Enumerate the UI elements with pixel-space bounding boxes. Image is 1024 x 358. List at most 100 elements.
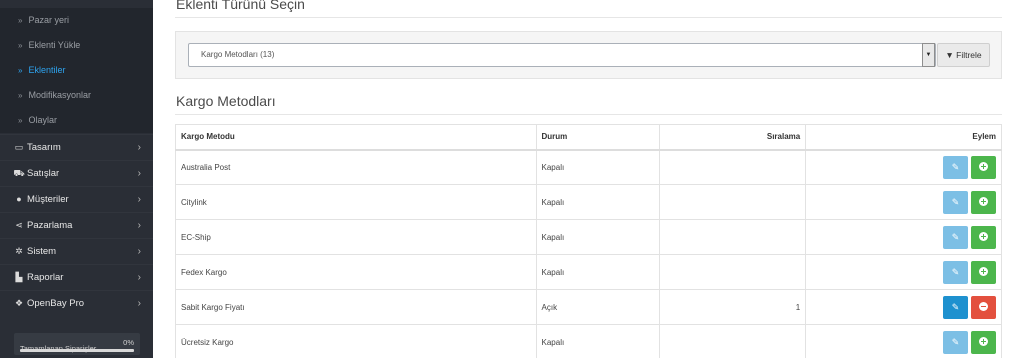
method-status: Kapalı bbox=[535, 219, 661, 255]
chevron-right-icon: » bbox=[18, 91, 23, 100]
sidebar: » Pazar yeri » Eklenti Yükle » Eklentiler »… bbox=[0, 0, 153, 358]
method-name: Fedex Kargo bbox=[175, 254, 537, 290]
chevron-right-icon: » bbox=[18, 41, 23, 50]
cog-icon: ✲ bbox=[15, 246, 23, 256]
edit-button[interactable]: ✎ bbox=[943, 330, 968, 354]
main-content: Eklenti Türünü Seçin Kargo Metodları (13… bbox=[153, 0, 1024, 358]
pencil-icon: ✎ bbox=[951, 301, 960, 312]
method-status: Açık bbox=[535, 289, 661, 325]
edit-button[interactable]: ✎ bbox=[943, 155, 968, 179]
table-row: Fedex Kargo Kapalı ✎ bbox=[175, 254, 1002, 290]
divider bbox=[175, 17, 1002, 18]
chevron-right-icon: › bbox=[137, 168, 141, 179]
method-sort-order bbox=[659, 219, 807, 255]
sidebar-subitem-eklenti-yukle[interactable]: » Eklenti Yükle bbox=[0, 33, 153, 58]
pencil-icon: ✎ bbox=[951, 266, 960, 277]
pencil-icon: ✎ bbox=[951, 336, 960, 347]
filter-button[interactable]: ▼ Filtrele bbox=[937, 43, 990, 67]
method-status: Kapalı bbox=[535, 254, 661, 290]
sidebar-subitem-olaylar[interactable]: » Olaylar bbox=[0, 108, 153, 133]
header-status[interactable]: Durum bbox=[535, 124, 661, 150]
header-sort[interactable]: Sıralama bbox=[659, 124, 807, 150]
sidebar-subitem-eklentiler[interactable]: » Eklentiler bbox=[0, 58, 153, 83]
share-icon: ⋖ bbox=[15, 220, 23, 230]
divider bbox=[175, 114, 1002, 115]
sidebar-item-raporlar[interactable]: ▙ Raporlar › bbox=[0, 264, 153, 289]
extension-type-select[interactable]: Kargo Metodları (13) ▼ bbox=[188, 43, 936, 67]
install-button[interactable] bbox=[971, 260, 996, 284]
sidebar-item-tasarim[interactable]: ▭ Tasarım › bbox=[0, 134, 153, 159]
pencil-icon: ✎ bbox=[951, 161, 960, 172]
method-name: EC-Ship bbox=[175, 219, 537, 255]
chevron-down-icon: ▼ bbox=[925, 52, 932, 58]
plus-circle-icon bbox=[979, 231, 988, 241]
method-name: Citylink bbox=[175, 184, 537, 220]
chevron-right-icon: » bbox=[18, 116, 23, 125]
method-name: Sabit Kargo Fiyatı bbox=[175, 289, 537, 325]
install-button[interactable] bbox=[971, 190, 996, 214]
pencil-icon: ✎ bbox=[951, 196, 960, 207]
monitor-icon: ▭ bbox=[14, 142, 24, 152]
list-title: Kargo Metodları bbox=[176, 93, 276, 109]
chevron-right-icon: › bbox=[137, 220, 141, 231]
install-button[interactable] bbox=[971, 225, 996, 249]
install-button[interactable] bbox=[971, 155, 996, 179]
method-sort-order bbox=[659, 149, 807, 185]
method-actions: ✎ bbox=[805, 254, 1002, 290]
plus-circle-icon bbox=[979, 161, 988, 171]
plus-circle-icon bbox=[979, 196, 988, 206]
table-row: Citylink Kapalı ✎ bbox=[175, 184, 1002, 220]
sidebar-item-openbay-pro[interactable]: ❖ OpenBay Pro › bbox=[0, 290, 153, 315]
pencil-icon: ✎ bbox=[951, 231, 960, 242]
chevron-right-icon: » bbox=[18, 66, 23, 75]
sidebar-item-pazarlama[interactable]: ⋖ Pazarlama › bbox=[0, 212, 153, 237]
chevron-right-icon: › bbox=[137, 298, 141, 309]
cubes-icon: ❖ bbox=[14, 298, 24, 308]
header-action: Eylem bbox=[805, 124, 1002, 150]
method-status: Kapalı bbox=[535, 149, 661, 185]
completed-orders-progress: Tamamlanan Siparişler 0% bbox=[14, 333, 140, 355]
extension-type-selected: Kargo Metodları (13) bbox=[201, 50, 275, 59]
edit-button[interactable]: ✎ bbox=[943, 190, 968, 214]
filter-icon: ▼ bbox=[945, 50, 954, 60]
sidebar-item-sistem[interactable]: ✲ Sistem › bbox=[0, 238, 153, 263]
table-row: Australia Post Kapalı ✎ bbox=[175, 149, 1002, 185]
method-name: Ücretsiz Kargo bbox=[175, 324, 537, 358]
select-dropdown-button[interactable]: ▼ bbox=[922, 43, 935, 67]
edit-button[interactable]: ✎ bbox=[943, 260, 968, 284]
method-status: Kapalı bbox=[535, 184, 661, 220]
method-name: Australia Post bbox=[175, 149, 537, 185]
table-row: Sabit Kargo Fiyatı Açık 1 ✎ bbox=[175, 289, 1002, 325]
table-row: Ücretsiz Kargo Kapalı ✎ bbox=[175, 324, 1002, 358]
method-actions: ✎ bbox=[805, 219, 1002, 255]
method-actions: ✎ bbox=[805, 184, 1002, 220]
table-row: EC-Ship Kapalı ✎ bbox=[175, 219, 1002, 255]
sidebar-subitem-modifikasyonlar[interactable]: » Modifikasyonlar bbox=[0, 83, 153, 108]
method-actions: ✎ bbox=[805, 324, 1002, 358]
edit-button[interactable]: ✎ bbox=[943, 225, 968, 249]
sidebar-item-satislar[interactable]: ⛟ Satışlar › bbox=[0, 160, 153, 185]
method-sort-order: 1 bbox=[659, 289, 807, 325]
bar-chart-icon: ▙ bbox=[15, 272, 23, 282]
method-actions: ✎ bbox=[805, 149, 1002, 185]
chevron-right-icon: » bbox=[18, 16, 23, 25]
plus-circle-icon bbox=[979, 266, 988, 276]
sidebar-subitem-pazar-yeri[interactable]: » Pazar yeri bbox=[0, 8, 153, 33]
install-button[interactable] bbox=[971, 330, 996, 354]
section-title: Eklenti Türünü Seçin bbox=[176, 0, 305, 12]
uninstall-button[interactable] bbox=[971, 295, 996, 319]
table-header-row: Kargo Metodu Durum Sıralama Eylem bbox=[175, 124, 1002, 150]
header-method[interactable]: Kargo Metodu bbox=[175, 124, 537, 150]
sidebar-item-musteriler[interactable]: ● Müşteriler › bbox=[0, 186, 153, 211]
cart-icon: ⛟ bbox=[13, 168, 25, 178]
minus-circle-icon bbox=[979, 301, 988, 311]
edit-button[interactable]: ✎ bbox=[943, 295, 968, 319]
method-sort-order bbox=[659, 324, 807, 358]
plus-circle-icon bbox=[979, 336, 988, 346]
chevron-right-icon: › bbox=[137, 272, 141, 283]
chevron-right-icon: › bbox=[137, 142, 141, 153]
method-actions: ✎ bbox=[805, 289, 1002, 325]
shipping-methods-table: Kargo Metodu Durum Sıralama Eylem Austra… bbox=[175, 124, 1002, 358]
progress-percent: 0% bbox=[123, 338, 134, 347]
progress-bar bbox=[20, 349, 134, 352]
